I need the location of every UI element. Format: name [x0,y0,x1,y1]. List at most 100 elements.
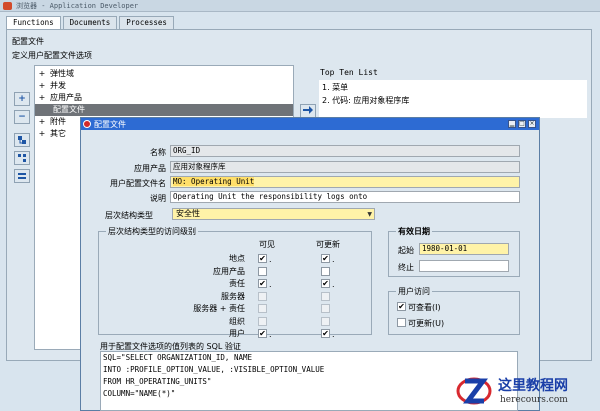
application-label: 应用产品 [134,164,166,173]
viewable-checkbox[interactable]: ✔ [397,302,406,311]
access-level-label: 责任 [229,279,245,288]
tab-documents[interactable]: Documents [62,16,118,29]
updatable-checkbox [321,291,330,301]
check-marker: . [332,330,335,339]
tab-processes[interactable]: Processes [119,16,174,29]
visible-checkbox[interactable]: ✔ [258,254,267,263]
start-date-field[interactable]: 1980-01-01 [419,243,509,255]
name-label: 名称 [150,148,166,157]
collapse-button[interactable]: − [14,110,30,124]
name-field[interactable]: ORG_ID [170,145,520,157]
top-ten-list: 1. 菜单 2. 代码: 应用对象程序库 [319,80,587,118]
minimize-button[interactable]: ▁ [508,120,516,128]
top-ten-title: Top Ten List [320,68,378,77]
description-label: 说明 [150,194,166,203]
hierarchy-type-value: 安全性 [176,209,200,218]
watermark: 这里教程网 herecours.com [452,371,600,411]
expand-icon[interactable]: + [38,80,46,92]
list-item[interactable]: 1. 菜单 [322,82,348,93]
maximize-button[interactable]: □ [518,120,526,128]
viewable-label: 可查看(I) [408,303,441,312]
start-date-label: 起始 [398,246,414,255]
effective-dates-title: 有效日期 [396,226,432,237]
description-field[interactable]: Operating Unit the responsibility logs o… [170,191,520,203]
collapse-all-button[interactable] [14,169,30,183]
tree-item-concurrent[interactable]: + 并发 [35,80,293,92]
tree-item-applications[interactable]: + 应用产品 [35,92,293,104]
updatable-label: 可更新(U) [408,319,445,328]
expand-icon[interactable]: + [38,116,46,128]
tree-item-label: 其它 [50,129,66,138]
visible-checkbox[interactable]: ✔ [258,329,267,338]
tree-item-label: 弹性域 [50,69,74,78]
tree-item-label: 附件 [50,117,66,126]
section-subtitle: 定义用户配置文件选项 [12,51,92,60]
arrow-right-icon [303,106,313,114]
user-profile-name-value: MO: Operating Unit [173,177,255,186]
add-to-top-ten-button[interactable] [300,104,316,118]
user-profile-name-label: 用户配置文件名 [110,179,166,188]
expand-all-button[interactable] [14,151,30,165]
updatable-checkbox[interactable]: ✔ [321,254,330,263]
tree-item-label: 并发 [50,81,66,90]
access-level-label: 组织 [229,316,245,326]
visible-checkbox [258,291,267,301]
updatable-checkbox [321,304,330,313]
app-icon [3,2,12,10]
visible-checkbox[interactable] [258,266,267,276]
access-level-label: 应用产品 [213,266,245,276]
check-marker: . [269,280,272,289]
main-titlebar: 浏览器 - Application Developer [0,0,600,12]
updatable-checkbox [321,316,330,326]
visible-checkbox[interactable]: ✔ [258,279,267,288]
hierarchy-type-select[interactable]: 安全性 ▼ [172,208,375,220]
tree-item-profiles[interactable]: 配置文件 [35,104,293,116]
tab-bar: Functions Documents Processes [6,16,176,30]
close-button[interactable]: × [528,120,536,128]
expand-all-icon [18,154,26,162]
access-level-label: 用户 [229,329,245,338]
chevron-down-icon[interactable]: ▼ [367,210,372,220]
access-level-title: 层次结构类型的访问级别 [106,226,198,237]
access-level-label: 服务器 + 责任 [193,304,245,313]
updatable-checkbox[interactable]: ✔ [321,329,330,338]
check-marker: . [269,255,272,264]
updatable-checkbox[interactable] [397,318,406,327]
watermark-url: herecours.com [500,395,568,405]
expand-icon[interactable]: + [38,68,46,80]
visible-checkbox [258,304,267,313]
visible-column-header: 可见 [259,240,275,249]
watermark-title: 这里教程网 [498,378,568,394]
expand-button[interactable]: + [14,92,30,106]
access-level-label: 地点 [229,254,245,263]
updatable-checkbox[interactable]: ✔ [321,279,330,288]
sql-line: SQL="SELECT ORGANIZATION_ID, NAME [103,353,253,362]
expand-branch-icon [18,136,26,144]
application-field[interactable]: 应用对象程序库 [170,161,520,173]
section-title: 配置文件 [12,37,44,46]
expand-icon[interactable]: + [38,128,46,140]
window-title: 浏览器 - Application Developer [16,2,139,10]
user-profile-name-field[interactable]: MO: Operating Unit [170,176,520,188]
collapse-all-icon [18,173,26,179]
tab-functions[interactable]: Functions [6,16,61,30]
updatable-checkbox[interactable] [321,266,330,276]
check-marker: . [269,330,272,339]
tree-item-flexfields[interactable]: + 弹性域 [35,68,293,80]
check-marker: . [332,280,335,289]
visible-checkbox [258,316,267,326]
list-item[interactable]: 2. 代码: 应用对象程序库 [322,95,409,106]
access-level-label: 服务器 [221,291,245,301]
watermark-logo [456,377,492,405]
end-date-field[interactable] [419,260,509,272]
end-date-label: 终止 [398,263,414,272]
user-access-title: 用户访问 [396,286,432,297]
dialog-title: 配置文件 [94,120,126,129]
hierarchy-type-label: 层次结构类型 [105,211,153,220]
oracle-icon [83,120,91,128]
updatable-column-header: 可更新 [316,240,340,249]
tree-item-label: 应用产品 [50,93,82,102]
expand-branch-button[interactable] [14,133,30,147]
expand-icon[interactable]: + [38,92,46,104]
dialog-titlebar[interactable]: 配置文件 ▁ □ × [81,118,539,130]
